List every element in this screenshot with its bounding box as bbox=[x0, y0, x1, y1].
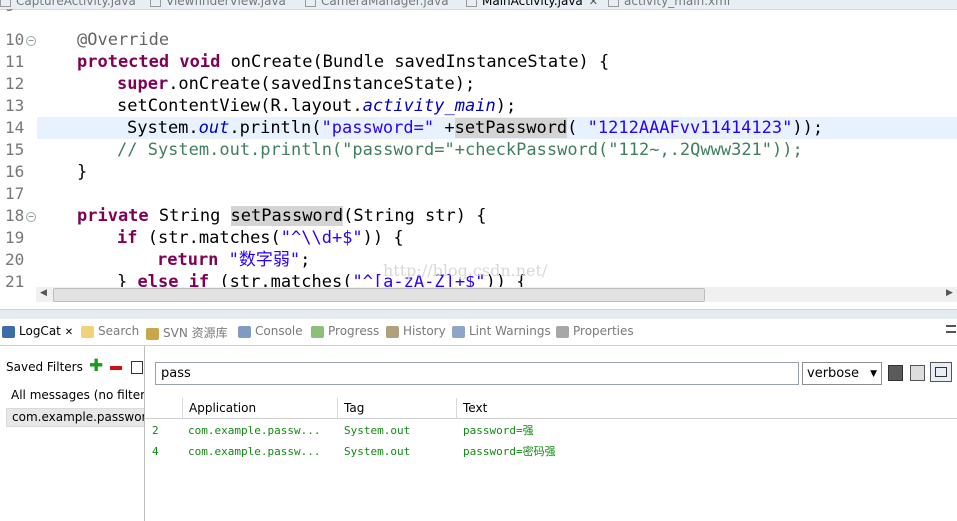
save-icon[interactable] bbox=[888, 365, 903, 381]
tab-lint-warnings[interactable]: Lint Warnings bbox=[452, 324, 551, 338]
saved-filters-panel: Saved Filters ✚ All messages (no filters… bbox=[0, 346, 145, 521]
code-line: 14 System.out.println("password=" +setPa… bbox=[5, 118, 824, 138]
add-filter-icon[interactable]: ✚ bbox=[89, 358, 103, 375]
clear-log-icon[interactable] bbox=[910, 365, 925, 381]
console-icon bbox=[238, 325, 251, 338]
svn-icon bbox=[146, 327, 159, 340]
code-editor[interactable]: 9 10 − @Override 11 protected void onCre… bbox=[0, 9, 957, 287]
chevron-down-icon: ▼ bbox=[870, 369, 877, 379]
tab-progress[interactable]: Progress bbox=[311, 324, 379, 338]
tab-logcat[interactable]: LogCat ✕ bbox=[2, 324, 73, 338]
code-line: 19 if (str.matches("^\\d+$")) { bbox=[5, 228, 404, 248]
comment: // System.out.println("password="+checkP… bbox=[117, 140, 803, 160]
java-file-icon bbox=[305, 0, 316, 7]
code-line: 16 } bbox=[5, 162, 88, 182]
progress-icon bbox=[311, 325, 324, 338]
code-line: 10 − @Override bbox=[5, 30, 170, 50]
toggle-panel-icon[interactable] bbox=[930, 362, 952, 382]
minimize-icon[interactable] bbox=[946, 325, 956, 327]
lint-icon bbox=[452, 325, 465, 338]
close-icon[interactable]: ✕ bbox=[65, 327, 73, 338]
scroll-right-icon[interactable]: ▶ bbox=[946, 288, 953, 298]
code-line: 11 protected void onCreate(Bundle savedI… bbox=[5, 52, 610, 72]
override-annotation: @Override bbox=[77, 30, 170, 50]
tab-properties[interactable]: Properties bbox=[556, 324, 634, 338]
search-icon bbox=[81, 325, 94, 338]
code-line: 12 super.onCreate(savedInstanceState); bbox=[5, 74, 476, 94]
column-text[interactable]: Text bbox=[456, 398, 763, 418]
tab-search[interactable]: Search bbox=[81, 324, 139, 338]
tab-console[interactable]: Console bbox=[238, 324, 303, 338]
code-line: 18 − private String setPassword(String s… bbox=[5, 206, 487, 226]
tab-capture-activity[interactable]: CaptureActivity.java bbox=[0, 0, 136, 8]
filter-item[interactable]: All messages (no filters) bbox=[11, 388, 144, 402]
fold-collapse-icon[interactable]: − bbox=[26, 212, 36, 222]
tab-camera-manager[interactable]: CameraManager.java bbox=[305, 0, 449, 8]
tab-main-activity[interactable]: MainActivity.java ✕ bbox=[466, 0, 598, 8]
java-file-icon bbox=[0, 0, 11, 7]
column-tag[interactable]: Tag bbox=[337, 398, 454, 418]
remove-filter-icon[interactable] bbox=[110, 366, 122, 370]
tab-svn[interactable]: SVN 资源库 bbox=[146, 324, 228, 341]
tab-history[interactable]: History bbox=[386, 324, 446, 338]
fold-collapse-icon[interactable]: − bbox=[26, 36, 36, 46]
code-line: 17 bbox=[5, 184, 25, 203]
code-line: 13 setContentView(R.layout.activity_main… bbox=[5, 96, 517, 116]
table-header: Application Tag Text bbox=[145, 398, 957, 419]
xml-file-icon bbox=[608, 0, 619, 7]
tab-activity-main-xml[interactable]: activity_main.xml bbox=[608, 0, 730, 8]
tab-viewfinder-view[interactable]: ViewfinderView.java bbox=[150, 0, 286, 8]
maximize-icon[interactable] bbox=[946, 331, 956, 333]
table-row[interactable]: 4 com.example.passw... System.out passwo… bbox=[145, 441, 957, 462]
editor-horizontal-scrollbar[interactable]: ◀ ▶ bbox=[36, 287, 957, 302]
close-icon[interactable]: ✕ bbox=[589, 0, 598, 8]
java-file-icon bbox=[466, 0, 477, 7]
occurrence-highlight: setPassword bbox=[230, 206, 344, 226]
column-application[interactable]: Application bbox=[182, 398, 334, 418]
table-row[interactable]: 2 com.example.passw... System.out passwo… bbox=[145, 420, 957, 441]
code-line: 15 // System.out.println("password="+che… bbox=[5, 140, 803, 160]
scrollbar-thumb[interactable] bbox=[53, 288, 705, 302]
occurrence-highlight: setPassword bbox=[454, 118, 568, 138]
filter-item-selected[interactable]: com.example.password bbox=[6, 408, 144, 427]
log-level-select[interactable]: verbose ▼ bbox=[802, 362, 882, 385]
watermark: http://blog.csdn.net/ bbox=[383, 261, 548, 280]
search-input[interactable]: pass bbox=[155, 362, 799, 385]
properties-icon bbox=[556, 325, 569, 338]
code-line: 9 bbox=[0, 9, 957, 17]
logcat-messages-panel: pass verbose ▼ Application Tag Text 2 com… bbox=[145, 346, 957, 521]
history-icon bbox=[386, 325, 399, 338]
views-tab-bar: LogCat ✕ Search SVN 资源库 Console Progress… bbox=[0, 319, 957, 346]
java-file-icon bbox=[150, 0, 161, 7]
edit-filter-icon[interactable] bbox=[131, 361, 143, 374]
scroll-left-icon[interactable]: ◀ bbox=[40, 288, 47, 298]
logcat-icon bbox=[2, 325, 15, 338]
saved-filters-label: Saved Filters bbox=[6, 360, 83, 374]
